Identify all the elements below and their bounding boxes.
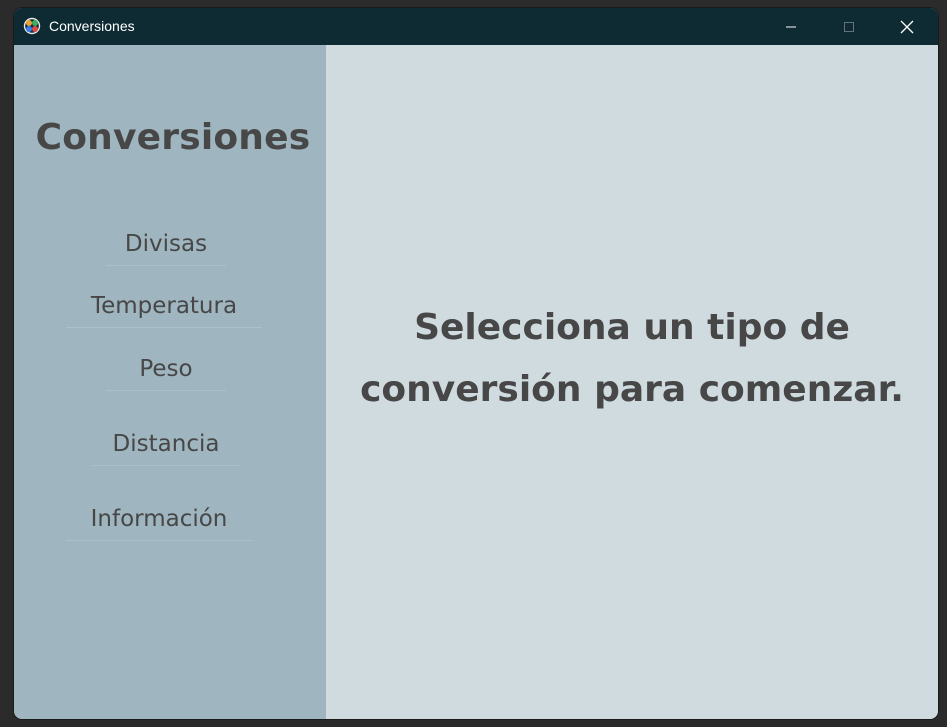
window-title: Conversiones (49, 18, 135, 34)
prompt-line-1: Selecciona un tipo de (414, 307, 850, 348)
minimize-button[interactable] (762, 8, 820, 45)
close-icon (900, 20, 914, 33)
prompt-line-2: conversión para comenzar. (360, 369, 904, 410)
main-panel: Selecciona un tipo de conversión para co… (326, 45, 938, 719)
sidebar-item-informacion[interactable]: Información (66, 506, 252, 541)
sidebar-title: Conversiones (35, 117, 311, 158)
maximize-button[interactable] (820, 8, 878, 45)
close-button[interactable] (878, 8, 936, 45)
sidebar-item-peso[interactable]: Peso (106, 356, 226, 391)
title-bar[interactable]: Conversiones (14, 8, 938, 45)
sidebar-item-distancia[interactable]: Distancia (92, 431, 240, 466)
sidebar: Conversiones Divisas Temperatura Peso Di… (14, 45, 326, 719)
sidebar-item-divisas[interactable]: Divisas (106, 231, 226, 266)
welcome-prompt: Selecciona un tipo de conversión para co… (346, 297, 918, 421)
app-window: Conversiones Conversiones Divisas Temper… (14, 8, 938, 719)
minimize-icon (786, 26, 796, 27)
sidebar-item-temperatura[interactable]: Temperatura (66, 293, 262, 328)
app-icon (23, 17, 41, 35)
maximize-icon (844, 21, 854, 32)
